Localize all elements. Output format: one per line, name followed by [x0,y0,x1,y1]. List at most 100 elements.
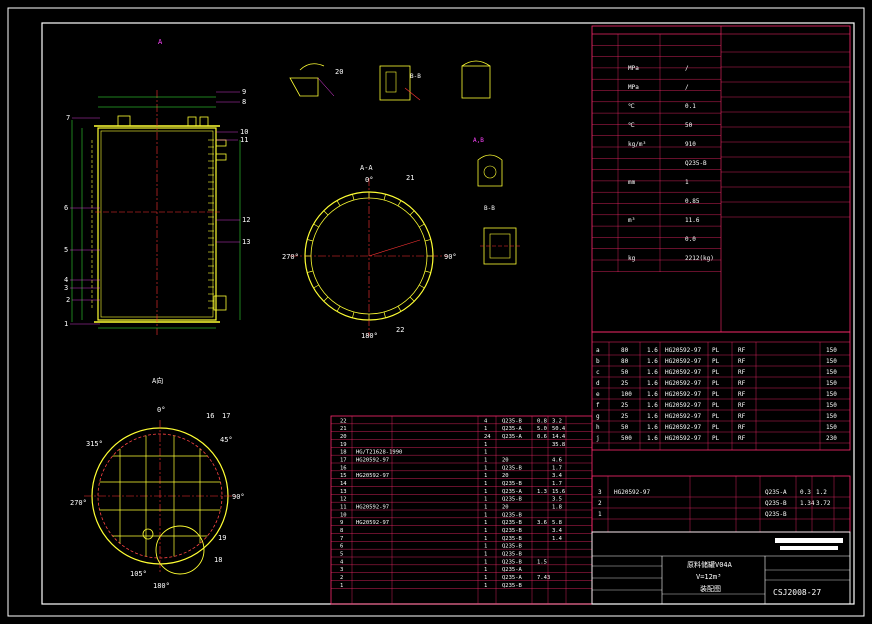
part-label-11: 11 [240,136,248,144]
part-total-weight: 35.8 [552,442,565,448]
part-number: 9 [340,520,343,526]
part-unit-weight: 7.43 [537,575,550,581]
part-number: 12 [340,497,347,503]
part-quantity: 1 [484,575,487,581]
design-value: / [685,65,689,72]
part-total-weight: 15.6 [552,489,565,495]
mini-part-w1: 1.34 [800,500,815,507]
ring-tick [424,270,431,273]
part-number: 19 [340,442,347,448]
detail-2-title: B-B [410,73,421,80]
design-unit: mm [628,179,636,186]
nozzle-standard: HG20592-97 [665,413,702,420]
design-value: 0.0 [685,236,696,243]
parts-list-rows: 22 4 Q235-B 0.8 3.221 1 Q235-A 5.0 50.420 24 Q235-… [331,416,592,604]
nozzle-pn: 1.6 [647,369,658,376]
aa-angle-90: 90° [444,253,457,261]
plan-label-19: 19 [218,534,226,542]
detail-ab-circle [483,165,497,179]
equipment-name: 原料储罐V04A [687,560,733,569]
design-unit: ℃ [628,103,635,110]
nozzle-type: PL [712,402,720,409]
nozzle-face: RF [738,391,746,398]
nozzle-pn: 1.6 [647,402,658,409]
nozzle-mark: a [596,347,600,354]
part-quantity: 1 [484,544,487,550]
ring-tick [383,311,386,318]
part-label-6: 6 [64,204,68,212]
detail-1-leader [317,77,335,97]
mini-part-no: 3 [598,489,602,496]
nozzle-dn: 500 [621,435,632,442]
design-unit: kg/m³ [628,141,646,148]
plan-angle-90: 90° [232,493,245,501]
design-value: 11.6 [685,217,700,224]
nozzle-mark: c [596,369,600,376]
equipment-volume: V=12m³ [696,573,721,581]
part-total-weight: 3.4 [552,473,563,479]
part-label-5: 5 [64,246,68,254]
design-value: Q235-B [685,160,707,167]
mini-part-no: 2 [598,500,602,507]
nozzle-standard: HG20592-97 [665,358,702,365]
design-unit: MPa [628,84,639,91]
part-material: Q235-B [502,465,523,471]
part-number: 18 [340,450,347,456]
aa-angle-270: 270° [282,253,299,261]
nozzle-table: a 80 1.6 HG20592-97 PL RF 150 b 80 1.6 HG20592-97 P… [591,331,851,451]
part-number: 21 [340,426,347,432]
part-unit-weight: 0.8 [537,418,547,424]
part-material: Q235-B [502,536,523,542]
part-total-weight: 1.4 [552,536,563,542]
nozzle-face: RF [738,347,746,354]
plan-label-18: 18 [214,556,222,564]
part-material: Q235-A [502,567,523,573]
detail-views: 20 B-B A,B B-B [289,60,522,265]
nozzle-face: RF [738,402,746,409]
part-material: Q235-B [502,512,523,518]
section-aa-angle-line [368,239,421,257]
detail-ab-shape [477,154,503,187]
part-material: Q235-B [502,552,523,558]
part-quantity: 1 [484,442,487,448]
part-number: 17 [340,458,347,464]
nozzle-standard: HG20592-97 [665,435,702,442]
part-quantity: 1 [484,559,487,565]
detail-ab-title: A,B [473,137,484,144]
plan-angle-270: 270° [70,499,87,507]
part-standard: HG20592-97 [356,458,389,464]
part-number: 5 [340,552,343,558]
part-quantity: 1 [484,426,487,432]
nozzle-length: 230 [826,435,837,442]
detail-2-cut [404,87,421,101]
ring-tick [352,194,355,201]
side-nozzle-2 [215,153,227,161]
nozzle-standard: HG20592-97 [665,380,702,387]
part-unit-weight: 3.6 [537,520,547,526]
detail-label-20: 20 [335,68,343,76]
detail-1-arc [299,63,325,71]
part-material: Q235-B [502,559,523,565]
plan-angle-105: 105° [130,570,147,578]
nozzle-length: 150 [826,391,837,398]
aa-label-21: 21 [406,174,414,182]
plan-title: A向 [152,376,163,385]
nozzle-pn: 1.6 [647,380,658,387]
part-total-weight: 1.7 [552,481,562,487]
part-number: 3 [340,567,343,573]
nozzle-mark: d [596,380,600,387]
part-material: Q235-B [502,544,523,550]
mini-part-material: Q235-B [765,500,787,507]
part-total-weight: 14.4 [552,434,566,440]
mini-part-w2: 1.2 [816,489,827,496]
part-number: 4 [340,559,344,565]
design-value: 2212(kg) [685,255,714,262]
plan-label-17: 17 [222,412,230,420]
part-number: 15 [340,473,347,479]
title-block: 原料储罐V04A V=12m³ 装配图 CSJ2008-27 [591,531,851,605]
mini-parts-rows: 3 HG20592-97 Q235-A 0.3 1.2 2 Q235-B 1.34 3.72 1 Q… [592,476,850,532]
nozzle-mark: b [596,358,600,365]
part-quantity: 4 [484,418,488,424]
part-material: Q235-B [502,481,523,487]
part-material: Q235-B [502,418,523,424]
